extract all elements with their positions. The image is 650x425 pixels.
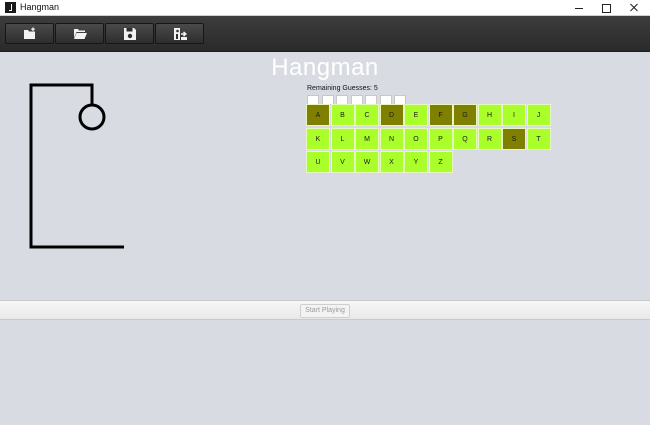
- letter-button-k[interactable]: K: [306, 127, 330, 150]
- gallows-drawing: [29, 83, 124, 249]
- open-button[interactable]: [55, 23, 104, 44]
- remaining-guesses-label: Remaining Guesses: 5: [307, 85, 378, 92]
- letter-button-o[interactable]: O: [404, 127, 428, 150]
- letter-button-z[interactable]: Z: [428, 151, 453, 173]
- hangman-app-icon: [5, 2, 16, 13]
- letter-button-d[interactable]: D: [379, 104, 404, 126]
- letter-button-l[interactable]: L: [330, 127, 355, 150]
- title-bar: Hangman: [0, 0, 650, 16]
- letter-button-m[interactable]: M: [355, 127, 379, 150]
- letter-button-y[interactable]: Y: [404, 151, 428, 173]
- letter-button-q[interactable]: Q: [453, 127, 477, 150]
- letter-button-i[interactable]: I: [502, 104, 526, 126]
- letter-button-f[interactable]: F: [428, 104, 453, 126]
- exit-icon: [174, 28, 187, 40]
- control-strip: Start Playing: [0, 300, 650, 320]
- maximize-button[interactable]: [591, 0, 621, 16]
- window-title: Hangman: [20, 2, 60, 12]
- letter-button-j[interactable]: J: [526, 104, 551, 126]
- letter-button-r[interactable]: R: [477, 127, 502, 150]
- new-game-button[interactable]: [5, 23, 54, 44]
- start-playing-button[interactable]: Start Playing: [300, 304, 350, 318]
- toolbar: [0, 16, 650, 52]
- letter-button-p[interactable]: P: [428, 127, 453, 150]
- letter-button-u[interactable]: U: [306, 151, 330, 173]
- close-button[interactable]: [620, 0, 650, 16]
- exit-button[interactable]: [155, 23, 204, 44]
- letter-button-e[interactable]: E: [404, 104, 428, 126]
- open-folder-icon: [74, 29, 87, 39]
- letter-grid: ABCDEFGHIJ KLMNOPQRST UVWXYZ: [306, 104, 556, 174]
- letter-button-n[interactable]: N: [379, 127, 404, 150]
- game-area: Hangman Remaining Guesses: 5 ABCDEFGHIJ K…: [0, 53, 650, 300]
- hangman-window: Hangman Hangman Remaining Guesses: 5 A B…: [0, 0, 650, 425]
- game-title: Hangman: [271, 54, 379, 81]
- save-button[interactable]: [105, 23, 154, 44]
- save-icon: [124, 28, 136, 40]
- letter-button-c[interactable]: C: [355, 104, 379, 126]
- letter-button-x[interactable]: X: [379, 151, 404, 173]
- letter-button-v[interactable]: V: [330, 151, 355, 173]
- letter-button-a[interactable]: A: [306, 104, 330, 126]
- letter-button-g[interactable]: G: [453, 104, 477, 126]
- letter-button-s[interactable]: S: [502, 127, 526, 150]
- letter-button-t[interactable]: T: [526, 127, 551, 150]
- letter-button-w[interactable]: W: [355, 151, 379, 173]
- letter-button-h[interactable]: H: [477, 104, 502, 126]
- letter-button-b[interactable]: B: [330, 104, 355, 126]
- new-game-icon: [24, 27, 35, 39]
- bottom-area: [0, 320, 650, 425]
- hangman-head: [78, 103, 106, 131]
